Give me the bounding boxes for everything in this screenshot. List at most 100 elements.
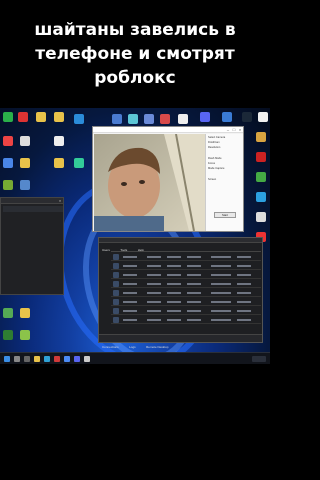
row-thumbnail <box>113 263 119 269</box>
desktop-icon[interactable] <box>160 114 170 124</box>
row-thumbnail <box>113 317 119 323</box>
row-cell <box>123 310 137 312</box>
desktop-icon[interactable] <box>3 112 13 122</box>
list-item[interactable] <box>3 213 63 219</box>
bottom-tab[interactable]: Connections <box>99 343 122 351</box>
row-cell <box>167 274 181 276</box>
row-cell <box>237 301 251 303</box>
row-cell <box>211 274 231 276</box>
folder-icon[interactable] <box>54 112 64 122</box>
taskview-icon[interactable] <box>24 356 30 362</box>
list-item[interactable] <box>3 255 63 261</box>
bottom-tab[interactable]: Remote Desktop <box>143 343 171 351</box>
desktop-icon[interactable] <box>258 112 268 122</box>
desktop-icon[interactable] <box>74 114 84 124</box>
desktop-icon[interactable] <box>256 152 266 162</box>
explorer-icon[interactable] <box>34 356 40 362</box>
list-item[interactable] <box>3 276 63 282</box>
row-cell <box>237 292 251 294</box>
folder-icon[interactable] <box>20 158 30 168</box>
edge-icon[interactable] <box>44 356 50 362</box>
table-row[interactable] <box>111 271 261 279</box>
camera-setting-list: Select Camera DroidCam Resolution Flash … <box>208 135 225 182</box>
desktop-icon[interactable] <box>18 112 28 122</box>
desktop-icon[interactable] <box>178 114 188 124</box>
list-item[interactable] <box>3 234 63 240</box>
table-row[interactable] <box>111 298 261 306</box>
desktop-icon[interactable] <box>144 114 154 124</box>
row-thumbnail <box>113 281 119 287</box>
table-row[interactable] <box>111 262 261 270</box>
system-tray[interactable] <box>252 356 266 362</box>
row-cell <box>237 274 251 276</box>
setting-label[interactable]: Mode Capture <box>208 166 225 171</box>
folder-icon[interactable] <box>36 112 46 122</box>
list-item[interactable] <box>3 227 63 233</box>
close-icon[interactable]: × <box>57 198 63 204</box>
folder-icon[interactable] <box>54 158 64 168</box>
row-cell <box>187 301 201 303</box>
app-icon[interactable] <box>84 356 90 362</box>
row-cell <box>167 310 181 312</box>
table-row[interactable] <box>111 316 261 324</box>
desktop-icon[interactable] <box>3 136 13 146</box>
row-cell <box>167 292 181 294</box>
session-manager-window[interactable]: Users Tools Help Connections Logs Remote… <box>98 237 263 349</box>
app-icon[interactable] <box>54 356 60 362</box>
list-item[interactable] <box>3 220 63 226</box>
folder-icon[interactable] <box>20 308 30 318</box>
row-cell <box>147 283 161 285</box>
row-cell <box>211 301 231 303</box>
list-item[interactable] <box>3 262 63 268</box>
desktop-icon[interactable] <box>20 330 30 340</box>
row-cell <box>187 274 201 276</box>
desktop-icon[interactable] <box>222 112 232 122</box>
steam-icon[interactable] <box>242 112 252 122</box>
desktop-icon[interactable] <box>256 212 266 222</box>
discord-icon[interactable] <box>74 356 80 362</box>
file-icon[interactable] <box>20 136 30 146</box>
row-cell <box>147 319 161 321</box>
row-cell <box>187 292 201 294</box>
window-titlebar[interactable]: × <box>1 198 63 204</box>
desktop-icon[interactable] <box>74 158 84 168</box>
start-icon[interactable] <box>4 356 10 362</box>
list-item[interactable] <box>3 283 63 289</box>
chrome-icon[interactable] <box>64 356 70 362</box>
list-item[interactable] <box>3 248 63 254</box>
camera-window[interactable]: – □ × Select Camera DroidCam Resolution … <box>92 126 244 232</box>
row-cell <box>237 319 251 321</box>
table-header <box>111 246 261 252</box>
discord-icon[interactable] <box>200 112 210 122</box>
list-item[interactable] <box>3 206 63 212</box>
table-row[interactable] <box>111 253 261 261</box>
desktop-icon[interactable] <box>256 132 266 142</box>
desktop-icon[interactable] <box>3 158 13 168</box>
desktop-icon[interactable] <box>256 172 266 182</box>
bottom-tab[interactable]: Logs <box>126 343 139 351</box>
desktop-icon[interactable] <box>3 308 13 318</box>
list-item[interactable] <box>3 241 63 247</box>
row-cell <box>211 310 231 312</box>
desktop-icon[interactable] <box>3 330 13 340</box>
row-cell <box>147 301 161 303</box>
row-cell <box>123 256 137 258</box>
desktop-icon[interactable] <box>112 114 122 124</box>
row-cell <box>187 319 201 321</box>
file-list-window[interactable]: × <box>0 197 64 295</box>
search-icon[interactable] <box>14 356 20 362</box>
start-button[interactable]: Start <box>214 212 236 218</box>
desktop-icon[interactable] <box>128 114 138 124</box>
desktop-icon[interactable] <box>20 180 30 190</box>
window-titlebar[interactable]: – □ × <box>93 127 243 133</box>
desktop-icon[interactable] <box>256 192 266 202</box>
setting-label[interactable]: Resolution <box>208 145 225 150</box>
list-item[interactable] <box>3 269 63 275</box>
close-icon[interactable]: × <box>237 127 243 133</box>
table-row[interactable] <box>111 289 261 297</box>
table-row[interactable] <box>111 307 261 315</box>
setting-label[interactable]: Screen <box>208 177 225 182</box>
file-icon[interactable] <box>54 136 64 146</box>
desktop-icon[interactable] <box>3 180 13 190</box>
table-row[interactable] <box>111 280 261 288</box>
